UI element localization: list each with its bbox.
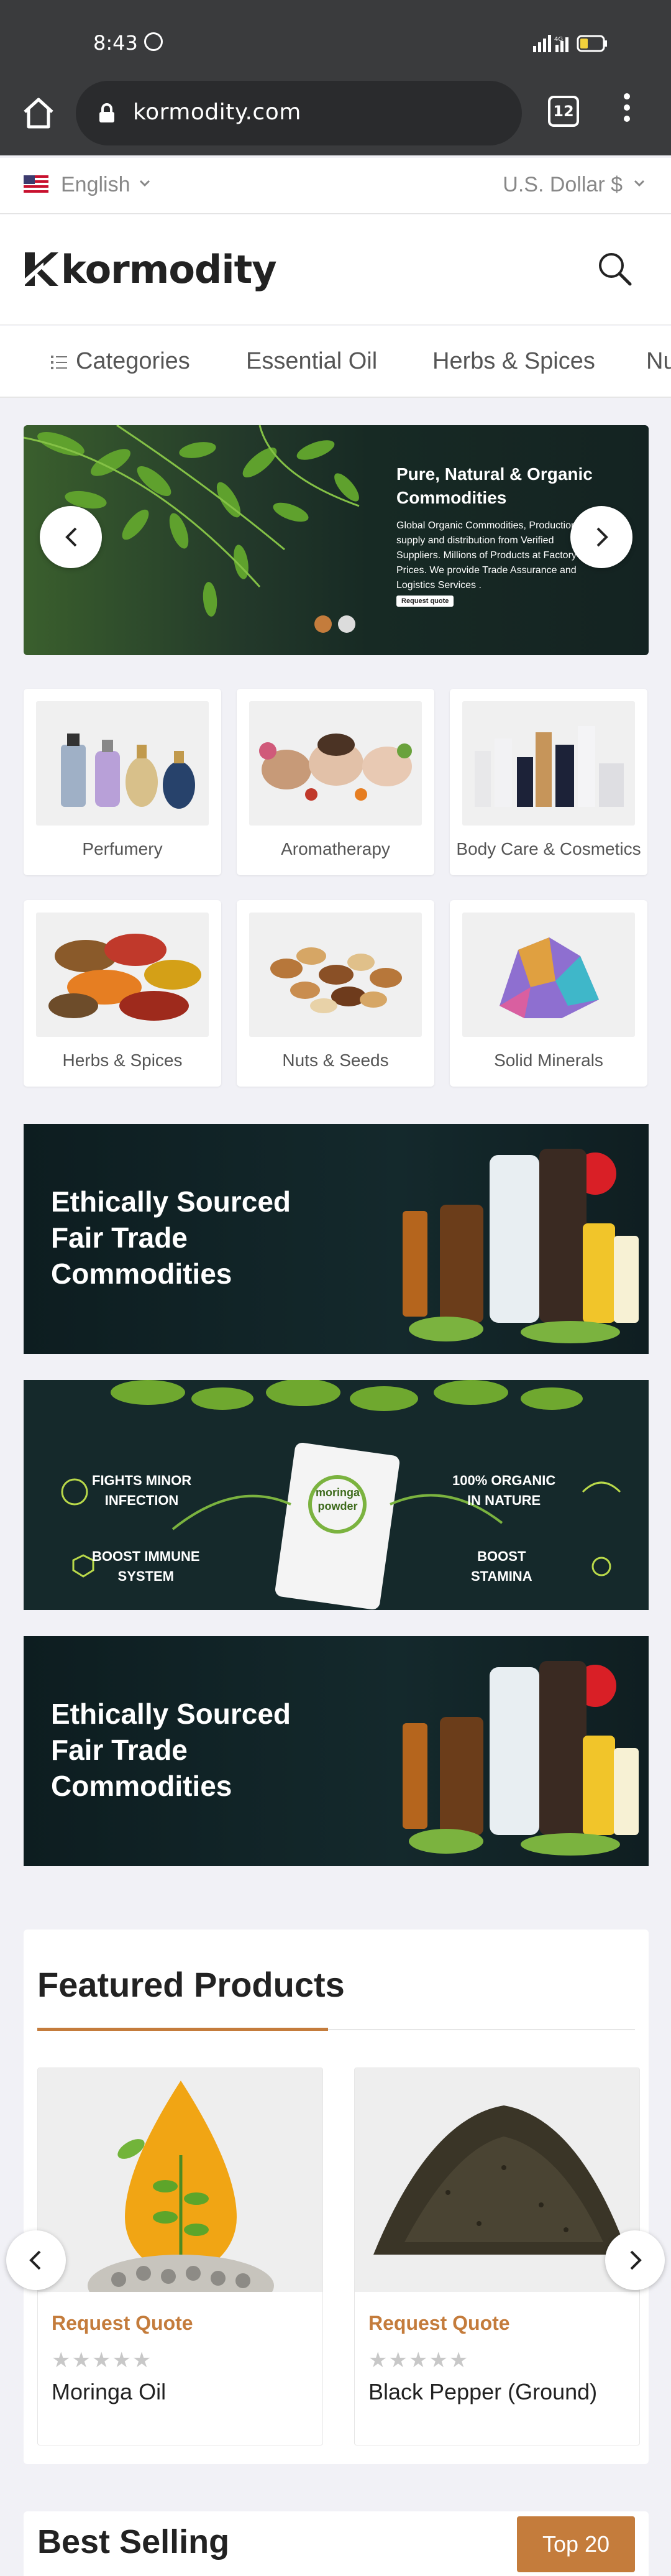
featured-next-button[interactable] xyxy=(605,2230,665,2290)
feature-organic: 100% ORGANIC IN NATURE xyxy=(452,1473,556,1508)
tab-count-button[interactable]: 12 xyxy=(548,96,579,127)
lock-icon xyxy=(99,103,114,122)
moringa-powder-label: moringa powder xyxy=(316,1486,360,1512)
home-icon[interactable] xyxy=(21,96,56,131)
slider-dot-active[interactable] xyxy=(314,615,332,633)
oil-bottles-image xyxy=(403,1661,639,1856)
section-divider-accent xyxy=(37,2028,328,2031)
category-label: Herbs & Spices xyxy=(62,1051,183,1070)
search-icon[interactable] xyxy=(595,249,635,289)
solid-minerals-image xyxy=(462,913,635,1037)
herbs-spices-image xyxy=(36,913,209,1037)
list-icon xyxy=(51,356,67,369)
category-label: Nuts & Seeds xyxy=(282,1051,389,1070)
hero-body: Global Organic Commodities, Production, … xyxy=(396,520,580,591)
top-20-button[interactable]: Top 20 xyxy=(517,2516,635,2572)
nav-essential-oil[interactable]: Essential Oil xyxy=(246,348,377,375)
moringa-oil-image xyxy=(38,2068,322,2292)
category-tile[interactable]: Aromatherapy xyxy=(237,689,434,875)
browser-toolbar: kormodity.com 12 xyxy=(0,75,671,155)
address-bar[interactable]: kormodity.com xyxy=(76,81,522,145)
status-time: 8:43 xyxy=(93,31,138,55)
category-tile[interactable]: Herbs & Spices xyxy=(24,900,221,1087)
kormodity-logo-mark xyxy=(25,252,58,286)
request-quote-button[interactable]: Request quote xyxy=(396,596,454,607)
signal-battery-icon: 4G xyxy=(533,35,607,52)
us-flag-icon xyxy=(24,175,48,193)
oil-bottles-image xyxy=(403,1149,639,1343)
logo-text: kormodity xyxy=(61,246,277,292)
nav-nuts[interactable]: Nu xyxy=(646,348,671,375)
rating-stars: ★★★★★ xyxy=(52,2348,153,2373)
promo-text: Ethically Sourced Fair Trade Commodities xyxy=(51,1185,291,1290)
language-selector[interactable]: English xyxy=(61,173,130,197)
category-nav: Categories Essential Oil Herbs & Spices … xyxy=(0,326,671,398)
feature-boost-immune: BOOST IMMUNE SYSTEM xyxy=(92,1548,200,1584)
chevron-right-icon xyxy=(630,2250,642,2270)
best-selling-section: Best Selling Top 20 xyxy=(24,2511,649,2576)
category-tile[interactable]: Perfumery xyxy=(24,689,221,875)
currency-selector[interactable]: U.S. Dollar $ xyxy=(503,173,623,197)
feature-fights-infection: FIGHTS MINOR INFECTION xyxy=(92,1473,192,1508)
site-header: kormodity xyxy=(0,214,671,325)
slider-dots xyxy=(314,615,362,636)
featured-products-section: Featured Products Request Quote ★★★★★ Mo… xyxy=(24,1930,649,2464)
product-name[interactable]: Moringa Oil xyxy=(52,2379,166,2405)
category-tile[interactable]: Body Care & Cosmetics xyxy=(450,689,647,875)
feature-boost-stamina: BOOST STAMINA xyxy=(471,1548,532,1584)
site-logo[interactable]: kormodity xyxy=(22,244,277,294)
hero-title: Pure, Natural & Organic Commodities xyxy=(396,464,593,507)
nav-categories[interactable]: Categories xyxy=(76,348,190,375)
request-quote-link[interactable]: Request Quote xyxy=(52,2312,193,2335)
aromatherapy-image xyxy=(249,701,422,826)
chevron-left-icon xyxy=(29,2250,41,2270)
top-utility-bar: English U.S. Dollar $ xyxy=(0,158,671,214)
chevron-down-icon xyxy=(139,180,150,187)
product-name[interactable]: Black Pepper (Ground) xyxy=(368,2379,597,2405)
hero-slider: Pure, Natural & Organic Commodities Glob… xyxy=(24,425,649,655)
promo-banner-ethically-sourced[interactable]: Ethically Sourced Fair Trade Commodities xyxy=(24,1124,649,1354)
product-card[interactable]: Request Quote ★★★★★ Moringa Oil xyxy=(37,2068,323,2445)
chevron-left-icon xyxy=(65,527,77,547)
status-bar: 8:43 4G xyxy=(0,0,671,87)
request-quote-link[interactable]: Request Quote xyxy=(368,2312,510,2335)
body-care-image xyxy=(462,701,635,826)
promo-banner-ethically-sourced[interactable]: Ethically Sourced Fair Trade Commodities xyxy=(24,1636,649,1866)
category-label: Body Care & Cosmetics xyxy=(456,839,641,858)
black-pepper-image xyxy=(355,2068,639,2292)
whatsapp-icon xyxy=(144,32,163,51)
nav-herbs-spices[interactable]: Herbs & Spices xyxy=(432,348,595,375)
nuts-seeds-image xyxy=(249,913,422,1037)
category-label: Perfumery xyxy=(82,839,163,858)
url-text: kormodity.com xyxy=(133,99,301,125)
hero-prev-button[interactable] xyxy=(40,506,102,568)
browser-menu-icon[interactable] xyxy=(619,93,635,131)
promo-text: Ethically Sourced Fair Trade Commodities xyxy=(51,1698,291,1802)
category-tile[interactable]: Nuts & Seeds xyxy=(237,900,434,1087)
category-label: Aromatherapy xyxy=(281,839,390,858)
category-label: Solid Minerals xyxy=(494,1051,603,1070)
chevron-right-icon xyxy=(596,527,608,547)
featured-prev-button[interactable] xyxy=(6,2230,66,2290)
category-tile[interactable]: Solid Minerals xyxy=(450,900,647,1087)
perfumery-image xyxy=(36,701,209,826)
product-card[interactable]: Request Quote ★★★★★ Black Pepper (Ground… xyxy=(354,2068,640,2445)
hero-next-button[interactable] xyxy=(570,506,632,568)
section-title: Featured Products xyxy=(37,1965,345,2004)
chevron-down-icon xyxy=(634,180,645,187)
rating-stars: ★★★★★ xyxy=(368,2348,470,2373)
slider-dot[interactable] xyxy=(338,615,355,633)
section-title: Best Selling xyxy=(37,2523,230,2560)
promo-banner-moringa[interactable]: FIGHTS MINOR INFECTION 100% ORGANIC IN N… xyxy=(24,1380,649,1610)
